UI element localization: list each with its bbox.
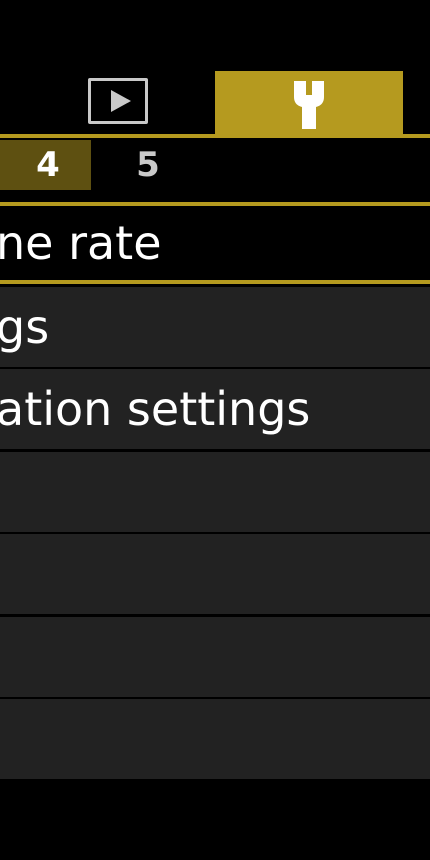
menu-item-5[interactable] bbox=[0, 534, 430, 614]
playback-tab[interactable] bbox=[88, 78, 148, 124]
play-icon bbox=[111, 90, 131, 112]
menu-item-6[interactable] bbox=[0, 617, 430, 697]
menu-item-2[interactable]: gs bbox=[0, 287, 430, 367]
menu-item-label: ne rate bbox=[0, 216, 162, 270]
menu-item-7[interactable] bbox=[0, 699, 430, 779]
menu-item-4[interactable] bbox=[0, 452, 430, 532]
page-tabs: 4 5 bbox=[0, 138, 430, 202]
menu-item-3[interactable]: ation settings bbox=[0, 369, 430, 449]
menu-item-label: ation settings bbox=[0, 382, 311, 436]
page-tab-4[interactable]: 4 bbox=[5, 140, 91, 190]
menu-tab-bar bbox=[0, 0, 430, 138]
menu-item-label: gs bbox=[0, 300, 50, 354]
page-tab-5[interactable]: 5 bbox=[110, 140, 186, 190]
wrench-icon bbox=[294, 81, 324, 129]
menu-item-1[interactable]: ne rate bbox=[0, 202, 430, 284]
setup-tab[interactable] bbox=[215, 71, 403, 137]
